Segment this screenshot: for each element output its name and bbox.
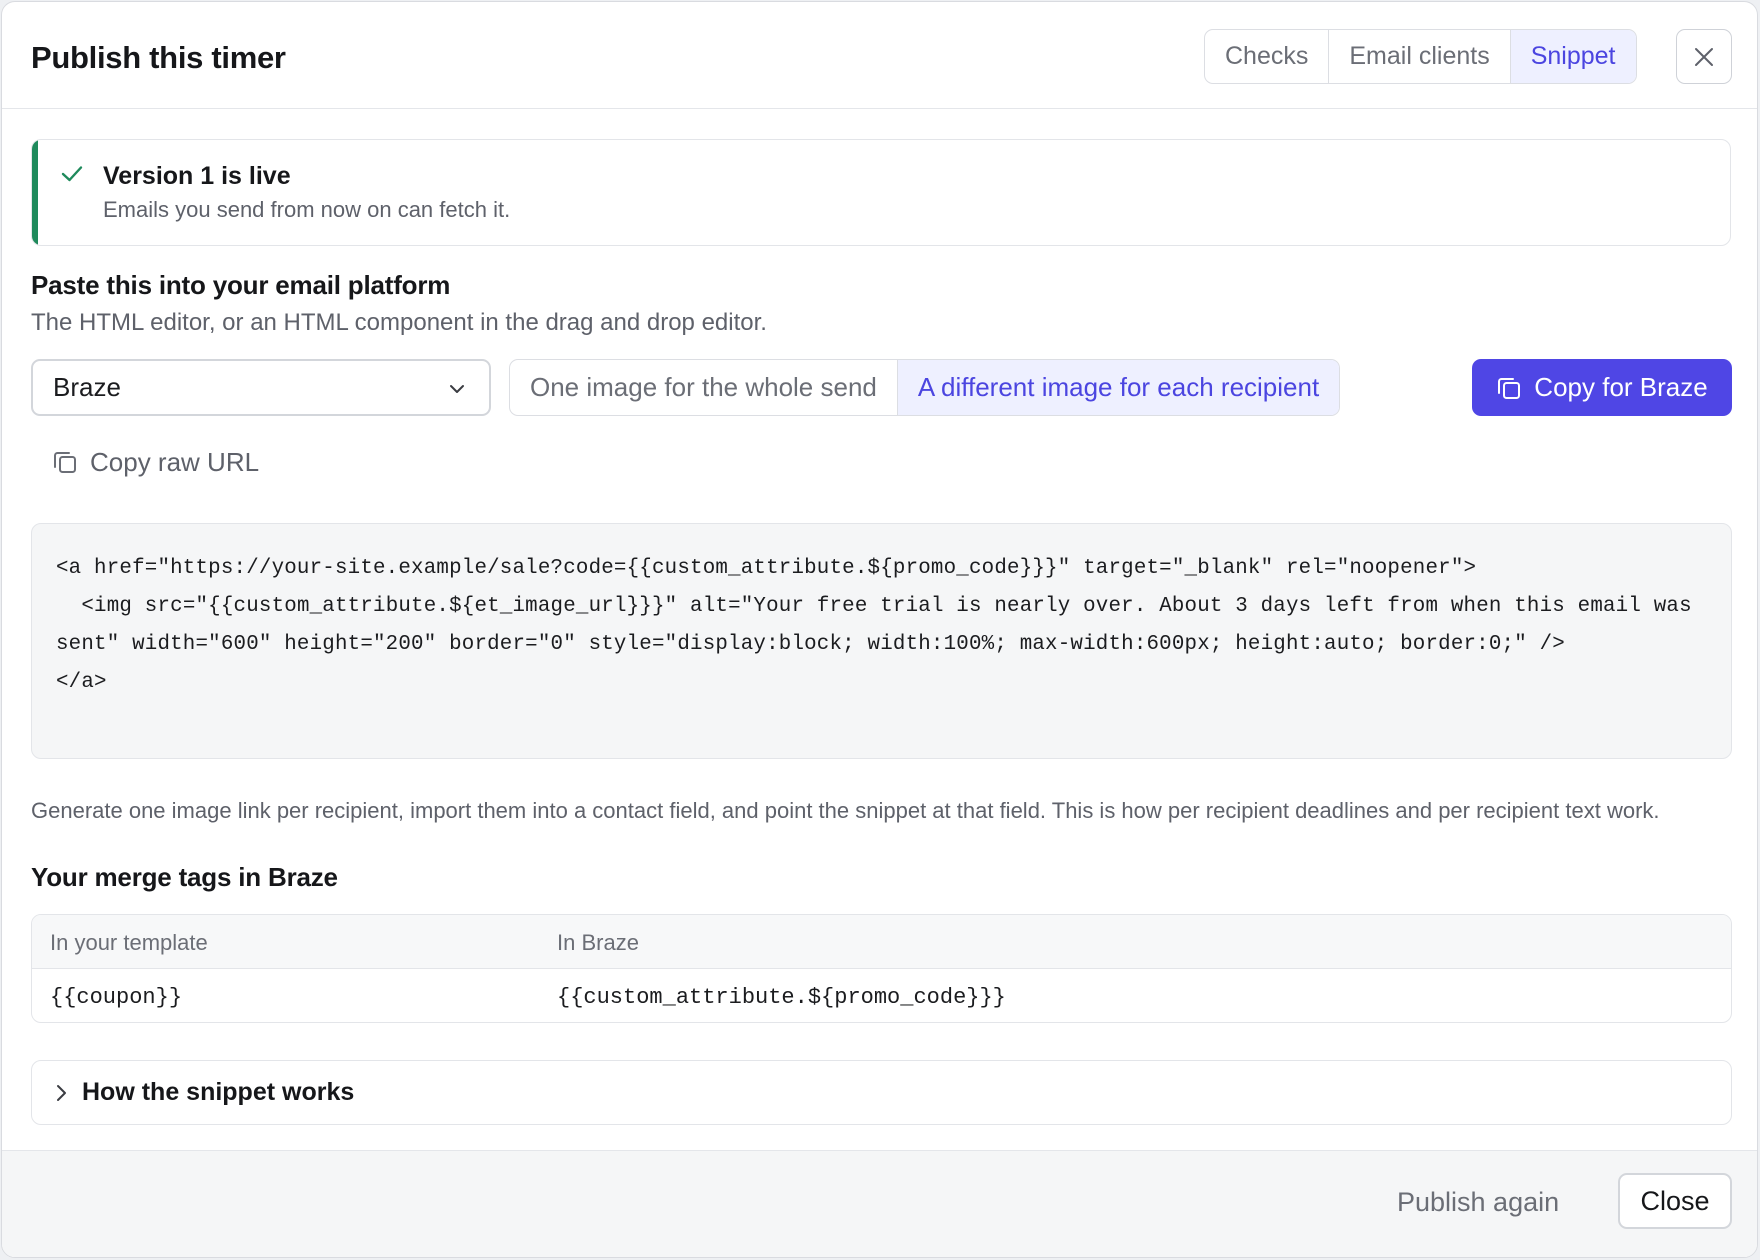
tab-bar: Checks Email clients Snippet xyxy=(1204,29,1637,84)
close-icon xyxy=(1695,47,1713,66)
live-status-banner: Version 1 is live Emails you send from n… xyxy=(31,139,1731,246)
mode-per-recipient[interactable]: A different image for each recipient xyxy=(897,360,1340,415)
tab-checks[interactable]: Checks xyxy=(1205,30,1330,83)
banner-title: Version 1 is live xyxy=(103,162,291,190)
dialog-footer: Publish again Close xyxy=(2,1150,1757,1257)
platform-select[interactable]: Braze xyxy=(31,359,491,416)
close-button[interactable]: Close xyxy=(1618,1173,1732,1229)
dialog-header: Publish this timer Checks Email clients … xyxy=(2,2,1757,109)
table-header: In your template In Braze xyxy=(32,915,1731,969)
copy-raw-url-label: Copy raw URL xyxy=(90,446,260,477)
publish-again-button[interactable]: Publish again xyxy=(1397,1187,1559,1218)
merge-tags-table: In your template In Braze {{coupon}} {{c… xyxy=(31,914,1732,1023)
copy-icon xyxy=(1498,377,1521,399)
platform-select-value: Braze xyxy=(53,372,121,402)
banner-accent-bar xyxy=(32,140,38,245)
how-snippet-works-label: How the snippet works xyxy=(82,1078,355,1106)
publish-dialog: Publish this timer Checks Email clients … xyxy=(1,1,1758,1258)
banner-subtitle: Emails you send from now on can fetch it… xyxy=(103,197,511,222)
paste-heading: Paste this into your email platform xyxy=(31,270,451,300)
tab-snippet[interactable]: Snippet xyxy=(1510,30,1636,83)
per-recipient-note: Generate one image link per recipient, i… xyxy=(31,798,1660,823)
merge-tags-heading: Your merge tags in Braze xyxy=(31,862,338,892)
table-cell-platform-tag: {{custom_attribute.${promo_code}}} xyxy=(557,985,1006,1010)
column-header-template: In your template xyxy=(50,930,208,955)
chevron-down-icon xyxy=(450,385,464,393)
image-mode-toggle: One image for the whole send A different… xyxy=(509,359,1341,416)
copy-icon xyxy=(54,452,76,473)
paste-subheading: The HTML editor, or an HTML component in… xyxy=(31,309,767,336)
how-snippet-works-toggle[interactable]: How the snippet works xyxy=(31,1060,1732,1125)
copy-for-platform-button[interactable]: Copy for Braze xyxy=(1472,359,1732,416)
close-dialog-button[interactable] xyxy=(1676,29,1732,84)
check-icon xyxy=(61,166,83,182)
column-header-platform: In Braze xyxy=(557,930,639,955)
copy-raw-url-button[interactable]: Copy raw URL xyxy=(52,442,259,482)
dialog-title: Publish this timer xyxy=(31,40,286,75)
mode-one-image[interactable]: One image for the whole send xyxy=(510,360,898,415)
table-cell-template-tag: {{coupon}} xyxy=(50,985,183,1010)
copy-button-label: Copy for Braze xyxy=(1534,372,1708,402)
tab-email-clients[interactable]: Email clients xyxy=(1329,30,1511,83)
code-snippet[interactable]: <a href="https://your-site.example/sale?… xyxy=(31,523,1732,759)
chevron-right-icon xyxy=(57,1084,66,1101)
